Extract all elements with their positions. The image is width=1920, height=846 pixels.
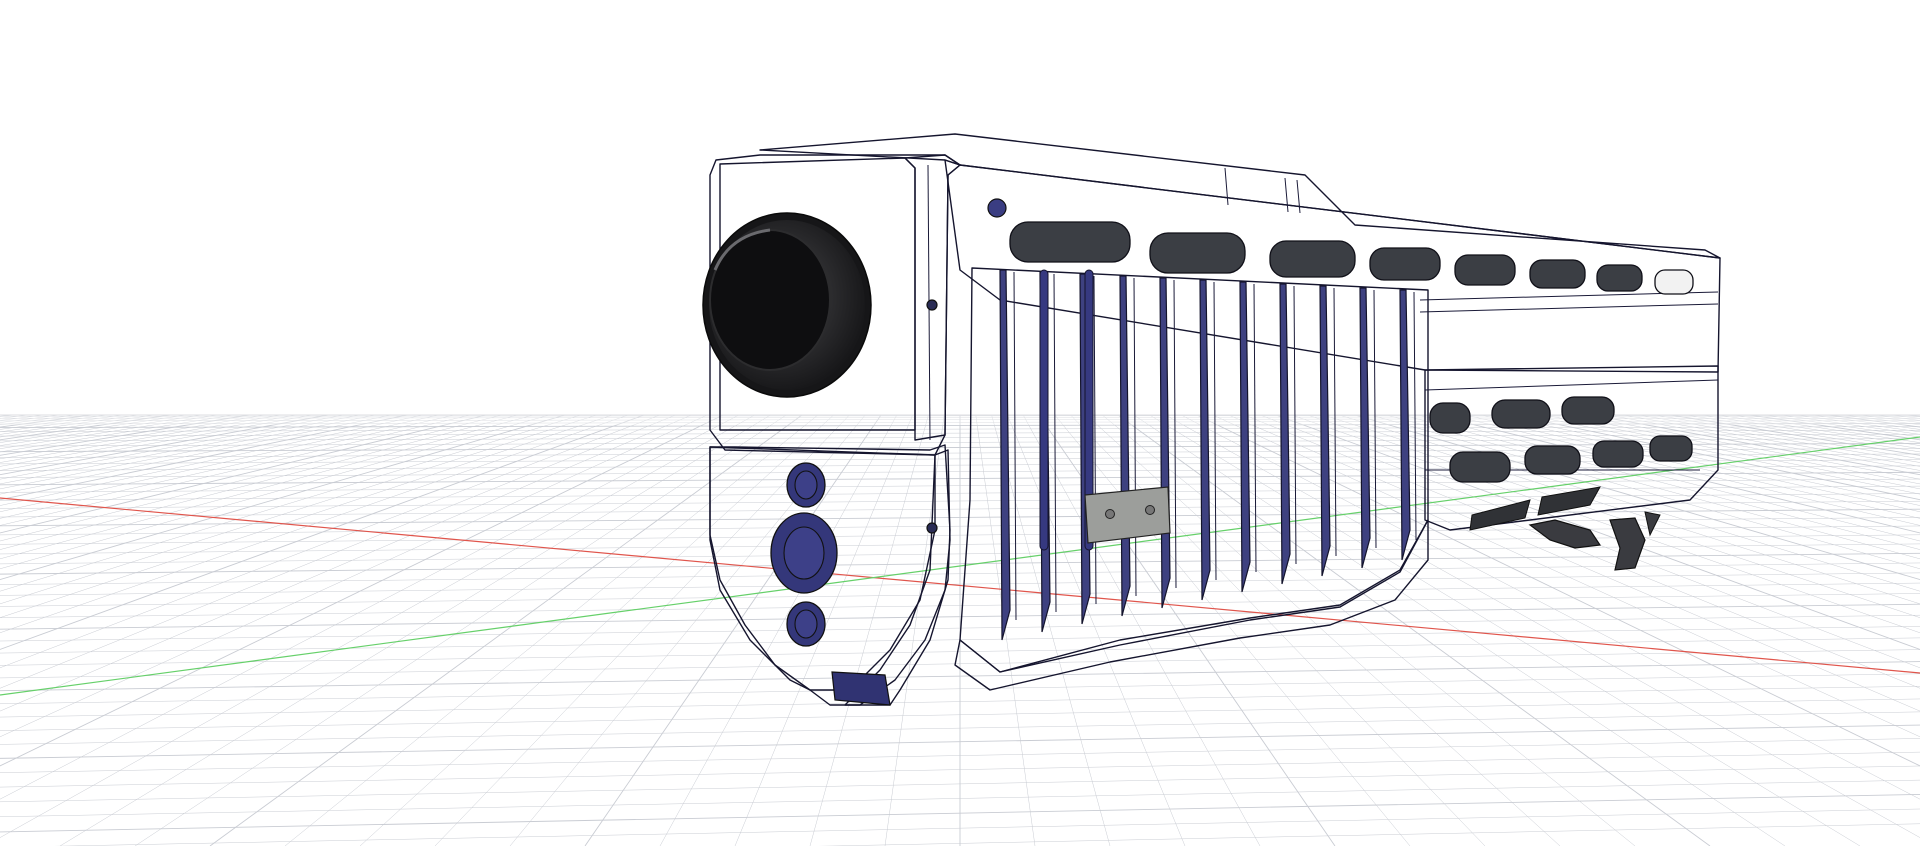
grip-rib — [1319, 285, 1331, 577]
grip-rib — [1279, 283, 1291, 585]
grip-rib — [999, 269, 1011, 641]
grid-line — [284, 414, 818, 846]
front-cap-side-strip — [904, 154, 961, 441]
lower-ledge — [1424, 379, 1719, 391]
slot — [1592, 440, 1644, 468]
grid-line — [0, 414, 534, 560]
bottom-tab — [831, 671, 891, 706]
grid-line — [0, 414, 186, 443]
grid-line — [0, 414, 660, 669]
upper-slots — [1009, 221, 1694, 295]
grid-line — [0, 414, 755, 838]
grid-line — [0, 414, 123, 433]
grid-line — [1623, 414, 1920, 467]
grid-line — [0, 414, 581, 592]
slot — [1009, 221, 1131, 263]
grip-rib-edge — [1013, 271, 1017, 621]
cap-screw-icon — [926, 299, 938, 311]
grip-rib-edge — [1213, 281, 1217, 581]
ground-grid — [0, 405, 1920, 846]
top-notch — [1284, 177, 1289, 213]
front-cap-lower-rim — [844, 449, 951, 706]
grip-rib — [1399, 289, 1411, 561]
slot-through — [1654, 269, 1694, 295]
slot — [1596, 264, 1643, 292]
grip-rib-edge — [1173, 279, 1177, 589]
grid-line — [0, 414, 76, 426]
grid-line — [0, 414, 708, 738]
slot — [1449, 451, 1511, 483]
slot — [1454, 254, 1516, 286]
grid-line — [0, 414, 234, 453]
grid-line — [59, 414, 771, 846]
horizon-fade — [0, 405, 1920, 425]
grid-line — [134, 414, 787, 846]
grip-rib — [1199, 279, 1211, 601]
grid-line — [0, 414, 29, 419]
slot — [1269, 240, 1356, 278]
grip-ribs — [999, 269, 1417, 641]
grid-line — [0, 414, 92, 428]
grid-line — [359, 414, 834, 846]
top-notch — [1296, 179, 1301, 214]
top-notch — [1224, 167, 1229, 206]
grid-line — [0, 414, 218, 449]
grip-rib-edge — [1253, 283, 1257, 573]
grip-rib — [1239, 281, 1251, 593]
grid-line — [1860, 414, 1920, 423]
lower-cut — [1537, 486, 1601, 516]
grid-line — [0, 414, 250, 456]
slot — [1649, 435, 1693, 462]
grid-line — [1022, 414, 1261, 846]
grip-rib — [1359, 287, 1371, 569]
grid-line — [0, 414, 487, 534]
grid-line — [0, 414, 502, 542]
grip-groove — [1039, 269, 1049, 551]
grid-line — [0, 414, 455, 519]
muzzle — [702, 212, 872, 398]
3d-viewport[interactable] — [0, 0, 1920, 846]
grid-line — [0, 414, 265, 460]
grid-line — [209, 414, 803, 846]
trigger-part-2 — [1609, 517, 1646, 571]
grid-line — [1655, 414, 1920, 460]
slot — [1524, 445, 1581, 475]
grid-line — [1639, 414, 1920, 463]
trigger-part — [1528, 519, 1602, 549]
metal-plate — [1084, 486, 1171, 544]
grid-line — [1891, 414, 1920, 419]
grip-rib — [1119, 275, 1131, 617]
grid-line — [0, 414, 408, 501]
grid-line — [0, 414, 281, 463]
top-hole — [987, 198, 1007, 218]
grid-line — [1070, 414, 1486, 846]
grid-line — [0, 414, 518, 550]
slot — [1429, 402, 1471, 434]
slot — [1149, 232, 1246, 274]
grid-line — [0, 414, 108, 430]
viewport-canvas[interactable] — [0, 0, 1920, 846]
grid-line — [0, 414, 297, 467]
rail-ledge-2 — [1419, 303, 1719, 313]
slot — [1561, 396, 1615, 425]
grid-line — [0, 414, 676, 689]
slot — [1529, 259, 1586, 289]
grid-line — [0, 414, 60, 423]
slot — [1491, 399, 1551, 429]
grip-rib-edge — [1053, 273, 1057, 613]
slot — [1369, 247, 1441, 281]
grid-line — [0, 414, 423, 506]
cap-screw-icon — [926, 522, 938, 534]
trigger-part-3 — [1644, 511, 1661, 537]
grid-line — [0, 414, 139, 435]
grid-line — [0, 414, 692, 712]
